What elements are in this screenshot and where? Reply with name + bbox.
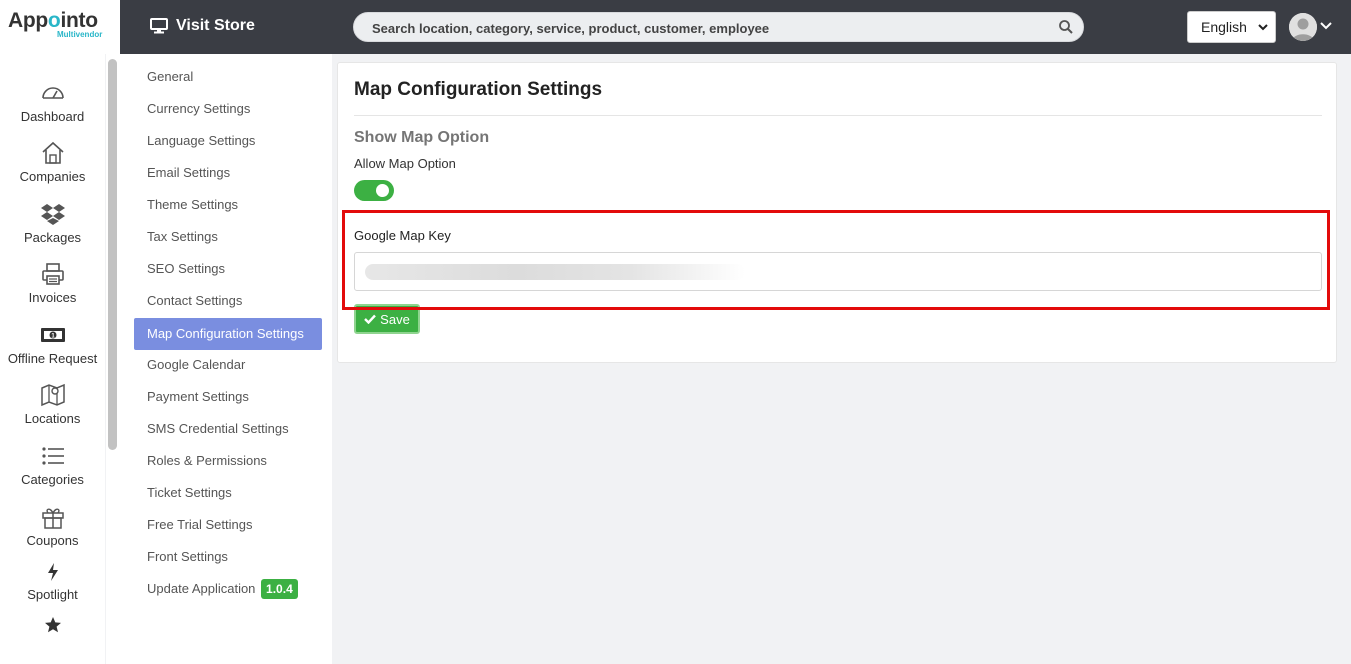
bolt-icon	[47, 563, 58, 581]
settings-item-language[interactable]: Language Settings	[134, 125, 322, 157]
page-title: Map Configuration Settings	[354, 79, 603, 100]
settings-item-seo[interactable]: SEO Settings	[134, 253, 322, 285]
allow-map-toggle[interactable]	[354, 180, 394, 201]
monitor-icon	[150, 18, 168, 34]
settings-item-payment[interactable]: Payment Settings	[134, 381, 322, 413]
language-select[interactable]: English	[1187, 11, 1276, 43]
settings-item-update-application[interactable]: Update Application 1.0.4	[134, 573, 322, 605]
settings-item-tax[interactable]: Tax Settings	[134, 221, 322, 253]
sidebar-item-coupons[interactable]: Coupons	[0, 504, 105, 548]
sidebar-item-packages[interactable]: Packages	[0, 201, 105, 245]
brand-logo[interactable]: Appointo Multivendor	[0, 0, 120, 54]
allow-map-label: Allow Map Option	[354, 156, 456, 171]
sidebar-item-star[interactable]	[0, 616, 105, 637]
settings-item-email[interactable]: Email Settings	[134, 157, 322, 189]
save-button[interactable]: Save	[354, 304, 420, 334]
settings-item-general[interactable]: General	[134, 61, 322, 93]
sidebar-scroll-thumb[interactable]	[108, 59, 117, 450]
sidebar-item-label: Companies	[19, 169, 86, 184]
divider	[354, 115, 1322, 116]
sidebar-item-label: Coupons	[26, 533, 79, 548]
settings-item-roles-permissions[interactable]: Roles & Permissions	[134, 445, 322, 477]
map-config-card: Map Configuration Settings Show Map Opti…	[337, 62, 1337, 363]
google-map-key-input[interactable]	[355, 253, 1321, 290]
sidebar-item-invoices[interactable]: Invoices	[0, 261, 105, 305]
sidebar-item-spotlight[interactable]: Spotlight	[0, 563, 105, 602]
sidebar-item-label: Spotlight	[27, 587, 78, 602]
sidebar-item-locations[interactable]: Locations	[0, 382, 105, 426]
visit-store-label: Visit Store	[176, 17, 255, 34]
section-title: Show Map Option	[354, 129, 490, 146]
google-map-key-label: Google Map Key	[354, 228, 451, 243]
sidebar-item-offline-request[interactable]: 1 Offline Request	[0, 322, 105, 366]
money-icon: 1	[40, 328, 65, 342]
dropbox-icon	[40, 204, 65, 225]
search-input[interactable]	[372, 19, 1032, 37]
settings-item-currency[interactable]: Currency Settings	[134, 93, 322, 125]
settings-item-theme[interactable]: Theme Settings	[134, 189, 322, 221]
printer-icon	[41, 263, 64, 285]
sidebar-item-companies[interactable]: Companies	[0, 140, 105, 184]
visit-store-link[interactable]: Visit Store	[150, 17, 255, 35]
gift-icon	[41, 508, 64, 529]
save-label: Save	[380, 311, 410, 327]
sidebar-item-label: Categories	[21, 472, 84, 487]
sidebar-item-dashboard[interactable]: Dashboard	[0, 80, 105, 124]
search-icon[interactable]	[1058, 19, 1074, 35]
settings-item-sms-credential[interactable]: SMS Credential Settings	[134, 413, 322, 445]
toggle-knob	[376, 184, 389, 197]
settings-item-label: Update Application	[147, 581, 256, 596]
settings-item-contact[interactable]: Contact Settings	[134, 285, 322, 317]
star-icon	[44, 617, 61, 633]
dashboard-icon	[41, 87, 64, 99]
sidebar-item-label: Locations	[24, 411, 81, 426]
avatar[interactable]	[1289, 13, 1317, 41]
sidebar-item-label: Offline Request	[7, 351, 98, 366]
settings-item-ticket[interactable]: Ticket Settings	[134, 477, 322, 509]
sidebar-item-label: Invoices	[28, 290, 77, 305]
language-value: English	[1201, 19, 1247, 35]
settings-item-map-configuration[interactable]: Map Configuration Settings	[134, 318, 322, 350]
chevron-down-icon	[1258, 24, 1268, 31]
settings-item-front[interactable]: Front Settings	[134, 541, 322, 573]
google-map-key-field	[354, 252, 1322, 291]
list-icon	[41, 447, 64, 465]
check-icon	[364, 314, 377, 324]
chevron-down-icon[interactable]	[1320, 20, 1332, 32]
version-badge: 1.0.4	[261, 579, 298, 599]
sidebar-item-label: Dashboard	[20, 109, 85, 124]
home-icon	[41, 141, 64, 164]
sidebar-item-categories[interactable]: Categories	[0, 443, 105, 487]
map-icon	[40, 383, 65, 407]
sidebar-item-label: Packages	[23, 230, 82, 245]
settings-item-free-trial[interactable]: Free Trial Settings	[134, 509, 322, 541]
brand-sub: Multivendor	[57, 30, 103, 39]
settings-item-google-calendar[interactable]: Google Calendar	[134, 349, 322, 381]
search-bar	[353, 12, 1084, 42]
